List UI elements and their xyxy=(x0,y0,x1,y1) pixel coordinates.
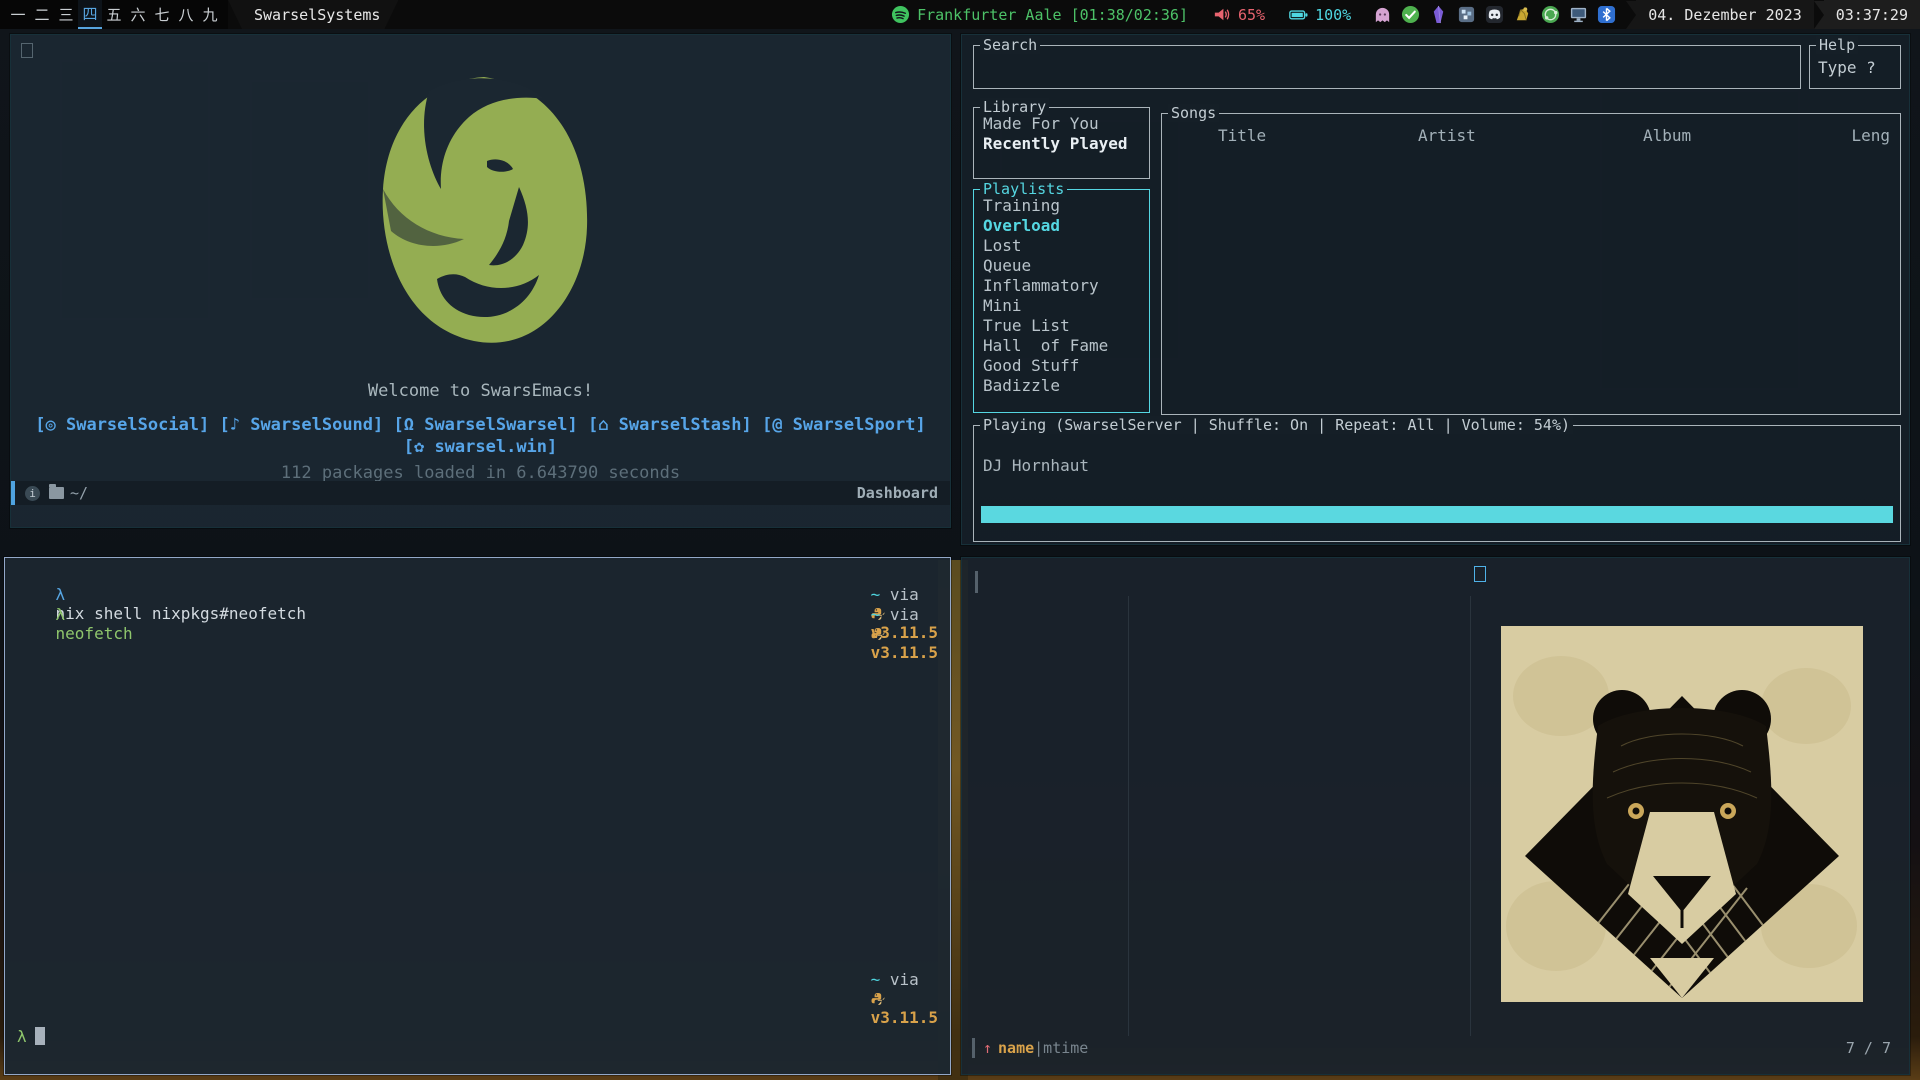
status-bar: 一二三四五六七八九 SwarselSystems Frankfurter Aal… xyxy=(0,0,1920,29)
clock-text: 03:37:29 xyxy=(1836,6,1908,24)
workspace-4[interactable]: 四 xyxy=(78,0,102,29)
volume-widget[interactable]: 65% xyxy=(1200,0,1277,29)
search-label: Search xyxy=(980,36,1040,54)
playlist-item[interactable]: Lost xyxy=(974,236,1149,256)
modeline-accent-bar xyxy=(11,481,15,505)
pixel-app-icon[interactable] xyxy=(1457,5,1476,24)
welcome-banner: Welcome to SwarsEmacs! xyxy=(11,381,950,401)
file-count: 7 / 7 xyxy=(1846,1039,1901,1057)
playlist-item[interactable]: Training xyxy=(974,196,1149,216)
playlist-item[interactable]: Hall of Fame xyxy=(974,336,1149,356)
date-text: 04. Dezember 2023 xyxy=(1648,6,1802,24)
now-playing-box: Playing (SwarselServer | Shuffle: On | R… xyxy=(973,425,1901,542)
python-icon xyxy=(871,992,885,1006)
playlist-item[interactable]: Good Stuff xyxy=(974,356,1149,376)
python-icon xyxy=(871,627,885,641)
playlist-item[interactable]: True List xyxy=(974,316,1149,336)
battery-widget[interactable]: 100% xyxy=(1277,0,1363,29)
packages-loaded-line: 112 packages loaded in 6.643790 seconds xyxy=(11,463,950,483)
library-label: Library xyxy=(980,98,1049,116)
playing-label: Playing (SwarselServer | Shuffle: On | R… xyxy=(980,416,1573,434)
playlist-item[interactable]: Inflammatory xyxy=(974,276,1149,296)
progress-bar[interactable] xyxy=(981,506,1893,523)
playlists-box[interactable]: Playlists TrainingOverloadLostQueueInfla… xyxy=(973,189,1150,413)
library-box[interactable]: Library Made For YouRecently Played xyxy=(973,107,1150,179)
preview-tab-icon xyxy=(1474,566,1486,582)
info-circle-icon: i xyxy=(25,486,40,501)
dashboard-links[interactable]: [◎ SwarselSocial] [♪ SwarselSound] [Ω Sw… xyxy=(11,415,950,435)
workspace-7[interactable]: 七 xyxy=(150,0,174,29)
help-box: Help Type ? xyxy=(1809,45,1901,89)
file-manager-window[interactable]: ↑ name |mtime 7 / 7 xyxy=(961,557,1910,1075)
emacs-window[interactable]: Welcome to SwarsEmacs! [◎ SwarselSocial]… xyxy=(10,34,951,528)
playlist-item[interactable]: Queue xyxy=(974,256,1149,276)
text-cursor xyxy=(35,1027,45,1045)
shell-prompt[interactable]: λ xyxy=(17,1027,45,1046)
songs-header-row: Title Artist Album Leng xyxy=(1162,126,1900,146)
playing-artist: DJ Hornhaut xyxy=(983,456,1089,475)
prompt-right-3: ~ via v3.11.5 xyxy=(832,951,938,1046)
command-2: neofetch xyxy=(56,624,133,643)
now-playing-widget[interactable]: Frankfurter Aale [01:38/02:36] xyxy=(879,0,1200,29)
music-player-window[interactable]: Search Help Type ? Library Made For YouR… xyxy=(961,34,1910,545)
sort-alt-field[interactable]: |mtime xyxy=(1034,1039,1088,1057)
modeline-path: ~/ xyxy=(70,484,88,502)
speaker-icon xyxy=(1212,5,1231,24)
workspace-3[interactable]: 三 xyxy=(54,0,78,29)
prompt-right-2: ~ via v3.11.5 xyxy=(832,586,938,681)
syncthing-icon[interactable] xyxy=(1541,5,1560,24)
playlist-item[interactable]: Overload xyxy=(974,216,1149,236)
prompt-lambda: λ xyxy=(56,605,66,624)
battery-icon xyxy=(1289,5,1308,24)
check-icon[interactable] xyxy=(1401,5,1420,24)
emacs-modeline: i ~/ Dashboard xyxy=(11,481,950,505)
clock-widget[interactable]: 03:37:29 xyxy=(1824,0,1920,29)
date-widget[interactable]: 04. Dezember 2023 xyxy=(1636,0,1814,29)
workspace-9[interactable]: 九 xyxy=(198,0,222,29)
search-box[interactable]: Search xyxy=(973,45,1801,89)
workspace-6[interactable]: 六 xyxy=(126,0,150,29)
workspace-2[interactable]: 二 xyxy=(30,0,54,29)
now-playing-text: Frankfurter Aale [01:38/02:36] xyxy=(917,6,1188,24)
battery-value: 100% xyxy=(1315,6,1351,24)
songs-box[interactable]: Songs Title Artist Album Leng xyxy=(1161,113,1901,415)
purple-gem-icon[interactable] xyxy=(1429,5,1448,24)
workspace-1[interactable]: 一 xyxy=(6,0,30,29)
library-item[interactable]: Made For You xyxy=(974,114,1149,134)
help-hint: Type ? xyxy=(1818,58,1876,77)
bluetooth-icon[interactable] xyxy=(1597,5,1616,24)
system-tray[interactable] xyxy=(1363,0,1626,29)
library-item[interactable]: Recently Played xyxy=(974,134,1149,154)
monitor-icon[interactable] xyxy=(1569,5,1588,24)
progress-fill xyxy=(981,506,1893,523)
dashboard-link-swarsel-win[interactable]: [✿ swarsel.win] xyxy=(11,437,950,457)
help-label: Help xyxy=(1816,36,1858,54)
sort-field[interactable]: name xyxy=(998,1039,1034,1057)
playlists-label: Playlists xyxy=(980,180,1067,198)
songs-label: Songs xyxy=(1168,104,1219,122)
discord-icon[interactable] xyxy=(1485,5,1504,24)
window-tab-icon xyxy=(21,43,33,58)
volume-value: 65% xyxy=(1238,6,1265,24)
modeline-buffer-name: Dashboard xyxy=(857,484,938,502)
workspace-switcher[interactable]: 一二三四五六七八九 xyxy=(0,0,228,29)
spotify-icon xyxy=(891,5,910,24)
bear-artwork-preview xyxy=(1501,626,1863,1002)
playlist-item[interactable]: Mini xyxy=(974,296,1149,316)
workspace-5[interactable]: 五 xyxy=(102,0,126,29)
playlist-item[interactable]: Badizzle xyxy=(974,376,1149,396)
breadcrumb-bar xyxy=(975,571,978,593)
workspace-8[interactable]: 八 xyxy=(174,0,198,29)
swarsel-face-logo xyxy=(369,69,599,369)
turtle-icon[interactable] xyxy=(1513,5,1532,24)
terminal-window[interactable]: λ nix shell nixpkgs#neofetch ~ via v3.11… xyxy=(4,557,951,1075)
focused-window-title: SwarselSystems xyxy=(228,0,398,29)
folder-icon xyxy=(49,487,64,499)
status-line: ↑ name |mtime 7 / 7 xyxy=(972,1038,1901,1058)
notification-ghost-icon[interactable] xyxy=(1373,5,1392,24)
sort-direction-icon[interactable]: ↑ xyxy=(983,1039,998,1057)
